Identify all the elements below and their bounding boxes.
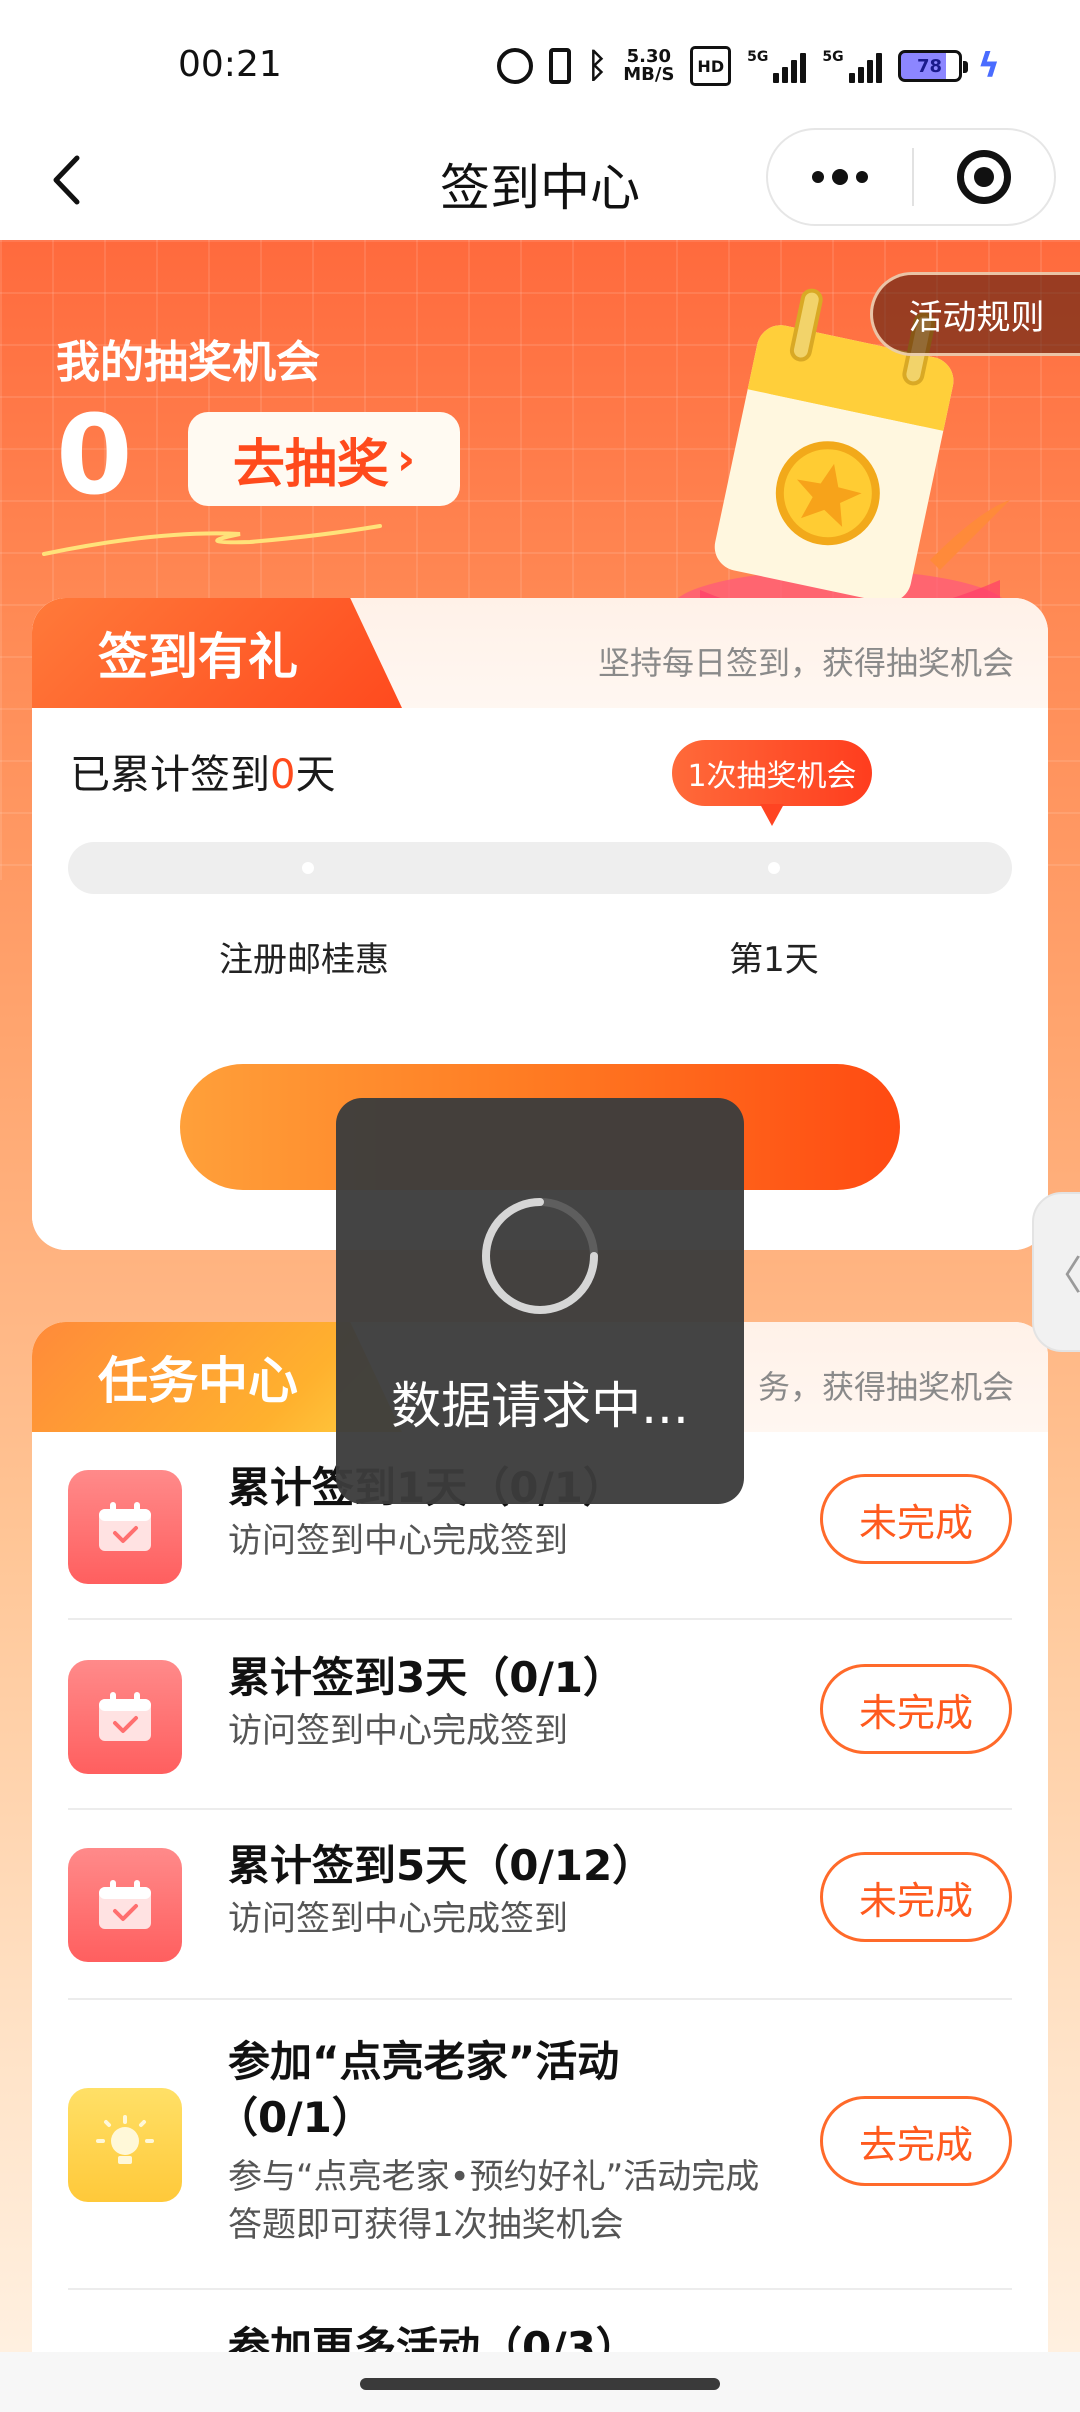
- milestone-dot: [302, 862, 314, 874]
- signal-icon: 5G: [747, 49, 807, 83]
- signal-icon: 5G: [822, 49, 882, 83]
- battery-icon: 78: [897, 50, 968, 82]
- bluetooth-icon: ᛒ: [586, 46, 608, 86]
- vibrate-icon: [548, 48, 571, 84]
- draw-lottery-button[interactable]: 去抽奖 ›: [188, 412, 460, 506]
- lightbulb-icon: [68, 2088, 182, 2202]
- swoosh-decoration: [42, 524, 382, 556]
- task-item: 参加“点亮老家”活动 （0/1） 参与“点亮老家•预约好礼”活动完成 答题即可获…: [68, 2000, 1012, 2290]
- milestone-label: 注册邮桂惠: [219, 940, 389, 980]
- home-indicator[interactable]: [360, 2378, 720, 2390]
- task-desc: 参与“点亮老家•预约好礼”活动完成: [228, 2157, 760, 2197]
- task-item: 累计签到3天（0/1） 访问签到中心完成签到 未完成: [68, 1620, 1012, 1810]
- task-desc: 访问签到中心完成签到: [228, 1711, 568, 1751]
- close-button[interactable]: [914, 130, 1054, 224]
- toast-text: 数据请求中...: [391, 1377, 689, 1435]
- task-body: 累计签到1天（0/1） 访问签到中心完成签到 未完成 累计签到3天（0/1） 访…: [32, 1432, 1048, 2352]
- milestone-label: 第1天: [729, 940, 819, 980]
- hd-icon: HD: [690, 46, 732, 86]
- milestone-dot: [768, 862, 780, 874]
- signin-subtitle: 坚持每日签到，获得抽奖机会: [597, 644, 1014, 682]
- more-dots-icon: [812, 171, 824, 183]
- task-desc: 答题即可获得1次抽奖机会: [228, 2205, 624, 2245]
- alarm-icon: [496, 48, 533, 84]
- nav-bar: 签到中心: [0, 120, 1080, 240]
- draw-lottery-label: 去抽奖: [232, 434, 389, 495]
- chevron-right-icon: ›: [396, 433, 416, 485]
- signin-count-value: 0: [270, 752, 296, 798]
- signin-count-prefix: 已累计签到: [70, 752, 270, 798]
- chance-bubble: 1次抽奖机会: [672, 740, 872, 826]
- target-close-icon: [957, 150, 1011, 204]
- lottery-count: 0: [56, 391, 133, 519]
- status-icons: ᛒ 5.30 MB/S HD 5G 5G 78 ϟ: [496, 44, 1000, 88]
- loading-spinner-icon: [482, 1198, 598, 1314]
- task-item: 参加更多活动（0/3）: [68, 2290, 1012, 2352]
- net-speed: 5.30 MB/S: [623, 46, 674, 86]
- task-title: 累计签到3天（0/1）: [228, 1653, 626, 1702]
- task-title: 累计签到5天（0/12）: [228, 1841, 655, 1890]
- task-title: 参加更多活动（0/3）: [228, 2323, 638, 2352]
- chevron-left-icon: 〈: [1042, 1253, 1080, 1299]
- task-desc: 访问签到中心完成签到: [228, 1899, 568, 1939]
- signin-progress-track: [68, 842, 1012, 894]
- task-title-count: （0/1）: [216, 2093, 374, 2142]
- lottery-label: 我的抽奖机会: [56, 337, 320, 388]
- task-item: 累计签到5天（0/12） 访问签到中心完成签到 未完成: [68, 1810, 1012, 2000]
- status-time: 00:21: [178, 44, 282, 85]
- loading-toast: 数据请求中...: [336, 1098, 744, 1504]
- task-status-button[interactable]: 未完成: [820, 1664, 1012, 1754]
- rules-button[interactable]: 活动规则: [870, 272, 1080, 356]
- task-status-button[interactable]: 未完成: [820, 1474, 1012, 1564]
- side-expand-tab[interactable]: 〈: [1032, 1192, 1080, 1352]
- battery-level: 78: [917, 55, 943, 77]
- signin-count-suffix: 天: [295, 752, 336, 798]
- calendar-check-icon: [68, 1660, 182, 1774]
- status-bar: 00:21 ᛒ 5.30 MB/S HD 5G 5G 78 ϟ: [0, 0, 1080, 130]
- task-subtitle: 务，获得抽奖机会: [757, 1368, 1014, 1406]
- calendar-check-icon: [68, 1470, 182, 1584]
- task-title: 参加“点亮老家”活动: [228, 2037, 620, 2086]
- charging-icon: ϟ: [977, 46, 1000, 86]
- mini-program-capsule: [766, 128, 1056, 226]
- net-speed-unit: MB/S: [623, 64, 675, 85]
- more-button[interactable]: [768, 130, 912, 224]
- signal-net-label: 5G: [747, 49, 769, 65]
- signin-count: 已累计签到0天: [70, 742, 335, 800]
- task-go-button[interactable]: 去完成: [820, 2096, 1012, 2186]
- task-status-button[interactable]: 未完成: [820, 1852, 1012, 1942]
- gesture-bar: [0, 2352, 1080, 2412]
- task-desc: 访问签到中心完成签到: [228, 1521, 568, 1561]
- signal-net-label: 5G: [822, 49, 844, 65]
- calendar-check-icon: [68, 1848, 182, 1962]
- signin-tab-title: 签到有礼: [32, 598, 402, 708]
